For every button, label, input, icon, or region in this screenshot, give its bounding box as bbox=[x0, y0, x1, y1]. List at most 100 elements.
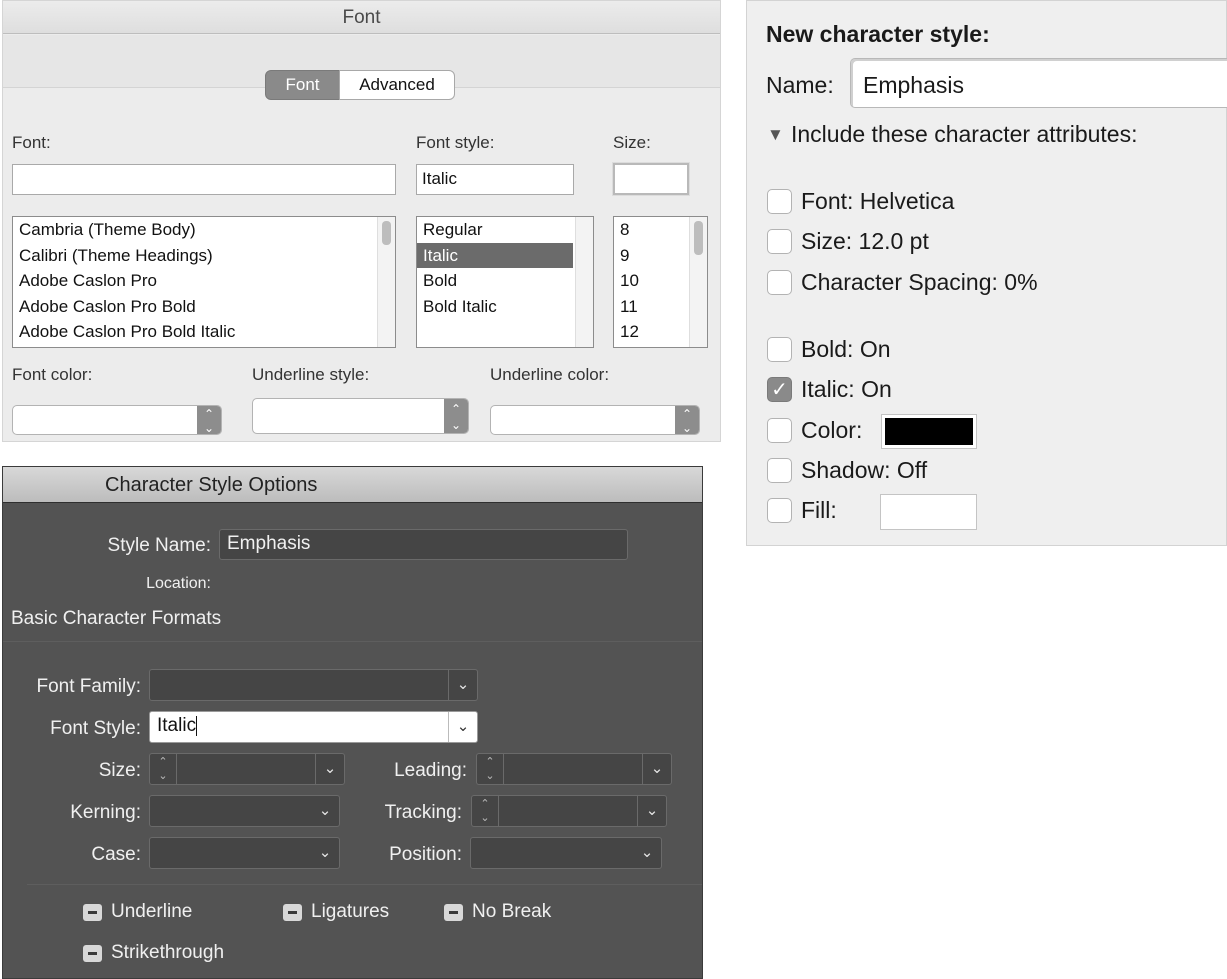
mixed-checkbox-icon[interactable] bbox=[83, 945, 102, 962]
name-input[interactable]: Emphasis bbox=[850, 58, 1227, 108]
checkbox-shadow[interactable] bbox=[767, 458, 792, 483]
list-item[interactable]: Regular bbox=[417, 217, 573, 243]
strikethrough-option[interactable]: Strikethrough bbox=[83, 942, 263, 968]
underline-style-popup[interactable]: ⌃ ⌄ bbox=[252, 398, 469, 434]
list-item[interactable]: Calibri (Theme Headings) bbox=[13, 243, 395, 269]
mixed-checkbox-icon[interactable] bbox=[83, 904, 102, 921]
color-swatch-fill bbox=[885, 418, 973, 445]
scrollbar-thumb[interactable] bbox=[694, 221, 703, 255]
stepper-icon[interactable]: ⌃ ⌄ bbox=[477, 754, 504, 785]
dialog-title: Character Style Options bbox=[3, 467, 702, 503]
case-dropdown[interactable]: ⌄ bbox=[149, 837, 340, 869]
list-item[interactable]: Bold Italic bbox=[417, 294, 573, 320]
attribute-label: Color: bbox=[801, 417, 863, 443]
position-label: Position: bbox=[389, 844, 462, 865]
chevron-down-icon[interactable]: ⌄ bbox=[637, 796, 666, 826]
checkbox-font[interactable] bbox=[767, 189, 792, 214]
checkbox-size[interactable] bbox=[767, 229, 792, 254]
font-style-label: Font Style: bbox=[50, 718, 141, 739]
font-list[interactable]: Cambria (Theme Body) Calibri (Theme Head… bbox=[12, 216, 396, 348]
case-label: Case: bbox=[91, 844, 141, 865]
chevron-down-icon[interactable]: ⌄ bbox=[633, 838, 661, 868]
option-label: Underline bbox=[111, 901, 193, 922]
include-attributes-label: Include these character attributes: bbox=[791, 121, 1138, 147]
font-style-input[interactable]: Italic bbox=[416, 164, 574, 195]
font-style-value[interactable]: Italic bbox=[157, 715, 196, 736]
font-style-dropdown[interactable]: Italic ⌄ bbox=[149, 711, 478, 743]
tab-advanced[interactable]: Advanced bbox=[339, 70, 455, 100]
option-label: No Break bbox=[472, 901, 552, 922]
mixed-checkbox-icon[interactable] bbox=[283, 904, 302, 921]
chevron-down-icon[interactable]: ⌄ bbox=[448, 712, 477, 742]
leading-combo[interactable]: ⌃ ⌄ ⌄ bbox=[476, 753, 672, 785]
font-input[interactable] bbox=[12, 164, 396, 195]
divider bbox=[3, 641, 702, 642]
position-dropdown[interactable]: ⌄ bbox=[470, 837, 662, 869]
style-name-label: Style Name: bbox=[107, 535, 211, 556]
divider bbox=[27, 884, 702, 885]
panel-heading: New character style: bbox=[766, 21, 990, 47]
underline-color-popup[interactable]: ⌃ ⌄ bbox=[490, 405, 700, 435]
style-list-scrollbar[interactable] bbox=[575, 217, 593, 347]
size-label: Size: bbox=[98, 760, 141, 781]
location-label: Location: bbox=[146, 575, 211, 592]
font-family-dropdown[interactable]: ⌄ bbox=[149, 669, 478, 701]
kerning-dropdown[interactable]: ⌄ bbox=[149, 795, 340, 827]
color-swatch[interactable] bbox=[881, 414, 977, 449]
stepper-icon[interactable]: ⌃ ⌄ bbox=[472, 796, 499, 827]
font-style-list[interactable]: Regular Italic Bold Bold Italic bbox=[416, 216, 594, 348]
tab-font[interactable]: Font bbox=[265, 70, 340, 100]
list-item[interactable]: Cambria (Theme Body) bbox=[13, 217, 395, 243]
chevron-down-icon[interactable]: ⌄ bbox=[311, 796, 339, 826]
attribute-label: Fill: bbox=[801, 497, 837, 523]
kerning-label: Kerning: bbox=[70, 802, 141, 823]
chevron-updown-icon: ⌃ ⌄ bbox=[197, 406, 221, 435]
name-label: Name: bbox=[766, 72, 834, 98]
scrollbar-thumb[interactable] bbox=[382, 221, 391, 245]
character-style-options-dialog: Character Style Options Style Name: Emph… bbox=[2, 466, 703, 979]
checkbox-bold[interactable] bbox=[767, 337, 792, 362]
chevron-down-icon[interactable]: ⌄ bbox=[315, 754, 344, 784]
stepper-icon[interactable]: ⌃ ⌄ bbox=[150, 754, 177, 785]
attribute-label: Size: 12.0 pt bbox=[801, 228, 929, 254]
font-dialog: Font Font Advanced Font: Font style: Siz… bbox=[2, 0, 721, 442]
disclosure-triangle-icon[interactable]: ▼ bbox=[767, 125, 784, 145]
font-color-popup[interactable]: ⌃ ⌄ bbox=[12, 405, 222, 435]
section-title: Basic Character Formats bbox=[11, 608, 222, 629]
size-combo[interactable]: ⌃ ⌄ ⌄ bbox=[149, 753, 345, 785]
size-list[interactable]: 8 9 10 11 12 bbox=[613, 216, 708, 348]
size-input[interactable] bbox=[613, 163, 689, 195]
list-item[interactable]: Adobe Caslon Pro bbox=[13, 268, 395, 294]
chevron-down-icon[interactable]: ⌄ bbox=[642, 754, 671, 784]
underline-option[interactable]: Underline bbox=[83, 901, 243, 927]
checkbox-fill[interactable] bbox=[767, 498, 792, 523]
checkbox-character-spacing[interactable] bbox=[767, 270, 792, 295]
size-label: Size: bbox=[613, 133, 651, 152]
font-color-label: Font color: bbox=[12, 365, 93, 384]
tracking-combo[interactable]: ⌃ ⌄ ⌄ bbox=[471, 795, 667, 827]
checkbox-color[interactable] bbox=[767, 418, 792, 443]
fill-swatch[interactable] bbox=[880, 494, 977, 530]
underline-style-label: Underline style: bbox=[252, 365, 370, 384]
ligatures-option[interactable]: Ligatures bbox=[283, 901, 423, 927]
tracking-label: Tracking: bbox=[384, 802, 462, 823]
list-item[interactable]: Bold bbox=[417, 268, 573, 294]
list-item[interactable]: Adobe Caslon Pro Bold bbox=[13, 294, 395, 320]
font-list-scrollbar[interactable] bbox=[377, 217, 395, 347]
checkmark-icon: ✓ bbox=[771, 379, 788, 401]
chevron-down-icon[interactable]: ⌄ bbox=[311, 838, 339, 868]
chevron-down-icon[interactable]: ⌄ bbox=[448, 670, 477, 700]
checkbox-italic[interactable]: ✓ bbox=[767, 377, 792, 402]
no-break-option[interactable]: No Break bbox=[444, 901, 584, 927]
list-item[interactable]: Adobe Caslon Pro Bold Italic bbox=[13, 319, 395, 345]
leading-label: Leading: bbox=[394, 760, 467, 781]
mixed-checkbox-icon[interactable] bbox=[444, 904, 463, 921]
attribute-label: Font: Helvetica bbox=[801, 188, 955, 214]
list-item-selected[interactable]: Italic bbox=[417, 242, 573, 269]
size-list-scrollbar[interactable] bbox=[689, 217, 707, 347]
font-label: Font: bbox=[12, 133, 51, 152]
style-name-input[interactable]: Emphasis bbox=[219, 529, 628, 560]
attribute-label: Italic: On bbox=[801, 376, 892, 402]
option-label: Strikethrough bbox=[111, 942, 225, 963]
chevron-updown-icon: ⌃ ⌄ bbox=[444, 399, 468, 433]
